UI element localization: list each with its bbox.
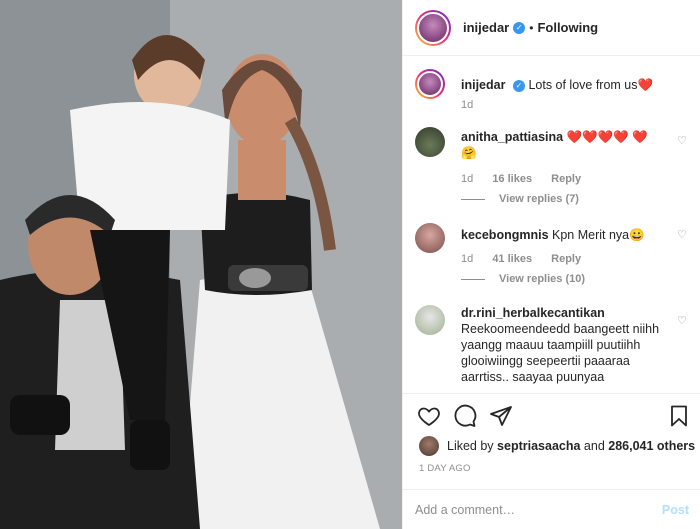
post-timestamp[interactable]: 1 DAY AGO (419, 463, 471, 474)
comment-body: Kpn Merit nya😀 (552, 228, 645, 242)
comment-meta: 1d 16 likes Reply (461, 173, 597, 185)
view-replies-line (461, 198, 485, 200)
comment-time: 1d (461, 253, 474, 265)
likes-middle: and (583, 439, 605, 453)
caption-body: Lots of love from us❤️ (528, 78, 654, 92)
view-replies-line (461, 278, 485, 280)
add-comment-bar: Add a comment… Post (403, 489, 700, 529)
commenter-avatar[interactable] (415, 305, 445, 335)
commenter-avatar[interactable] (415, 127, 445, 157)
comment-item: anitha_pattiasina ❤️❤️❤️❤️ ❤️🤗 1d 16 lik… (415, 127, 689, 217)
caption-meta: 1d (461, 99, 489, 111)
small-heart-icon[interactable]: ♡ (677, 229, 689, 241)
author-avatar[interactable] (415, 9, 451, 46)
post-photo[interactable] (0, 0, 402, 529)
comment-meta: 1d 41 likes Reply (461, 253, 597, 265)
comment-username[interactable]: kecebongmnis (461, 228, 549, 242)
caption-username[interactable]: inijedar (461, 78, 505, 92)
share-icon[interactable] (489, 404, 513, 428)
comment-time: 1d (461, 173, 474, 185)
reply-button[interactable]: Reply (551, 253, 581, 265)
comment-likes[interactable]: 41 likes (492, 253, 532, 265)
caption-avatar[interactable] (415, 69, 445, 99)
liker-avatar[interactable] (419, 436, 439, 456)
view-replies-button[interactable]: View replies (7) (461, 193, 579, 205)
post-comment-button[interactable]: Post (662, 503, 689, 517)
bookmark-icon[interactable] (667, 404, 691, 428)
author-username[interactable]: inijedar (463, 20, 509, 35)
caption-time: 1d (461, 99, 474, 111)
reply-button[interactable]: Reply (551, 173, 581, 185)
comment-item: kecebongmnis Kpn Merit nya😀 1d 41 likes … (415, 223, 689, 293)
comment-body: Reekoomeendeedd baangeett niihh yaangg m… (461, 322, 660, 384)
comment-text: anitha_pattiasina ❤️❤️❤️❤️ ❤️🤗 (461, 129, 661, 161)
view-replies-label: View replies (7) (499, 193, 579, 205)
family-photo-illustration (0, 0, 402, 529)
comments-list[interactable]: inijedar ✓ Lots of love from us❤️ 1d ani… (403, 57, 700, 393)
small-heart-icon[interactable]: ♡ (677, 135, 689, 147)
likes-count[interactable]: 286,041 others (608, 439, 695, 453)
small-heart-icon[interactable]: ♡ (677, 315, 689, 327)
action-bar (403, 393, 700, 433)
comment-text: dr.rini_herbalkecantikan Reekoomeendeedd… (461, 305, 661, 385)
comment-icon[interactable] (453, 404, 477, 428)
comment-username[interactable]: anitha_pattiasina (461, 130, 563, 144)
following-button[interactable]: Following (537, 20, 598, 35)
likes-summary: Liked by septriasaacha and 286,041 other… (419, 436, 695, 456)
heart-icon[interactable] (417, 404, 441, 428)
liker-username[interactable]: septriasaacha (497, 439, 580, 453)
view-replies-button[interactable]: View replies (10) (461, 273, 585, 285)
verified-badge-icon: ✓ (513, 21, 526, 34)
comment-likes[interactable]: 16 likes (492, 173, 532, 185)
comment-username[interactable]: dr.rini_herbalkecantikan (461, 306, 605, 320)
likes-prefix: Liked by (447, 439, 494, 453)
comment-item: dr.rini_herbalkecantikan Reekoomeendeedd… (415, 305, 689, 393)
post-header: inijedar ✓ • Following (403, 0, 700, 56)
view-replies-label: View replies (10) (499, 273, 586, 285)
separator-dot: • (529, 20, 534, 35)
comment-input[interactable]: Add a comment… (415, 503, 662, 517)
verified-badge-icon: ✓ (512, 79, 525, 92)
comment-text: kecebongmnis Kpn Merit nya😀 (461, 227, 661, 243)
commenter-avatar[interactable] (415, 223, 445, 253)
post-panel: inijedar ✓ • Following inijedar ✓ Lots o… (402, 0, 700, 529)
caption-text: inijedar ✓ Lots of love from us❤️ (461, 77, 661, 93)
caption: inijedar ✓ Lots of love from us❤️ 1d (415, 69, 689, 119)
